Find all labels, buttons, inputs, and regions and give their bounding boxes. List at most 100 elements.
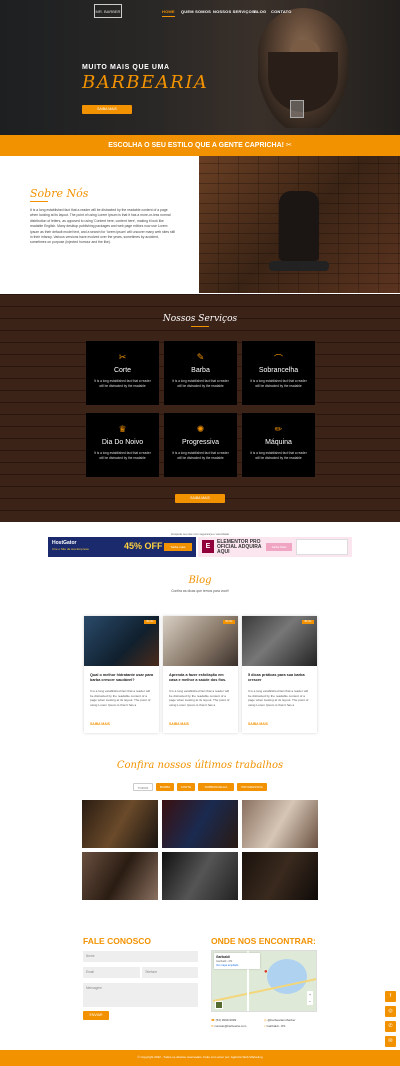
- map-info-card: Garibaldi Garibaldi - RS Ver mapa amplia…: [214, 953, 260, 969]
- email-field[interactable]: Email: [83, 967, 140, 978]
- nav-quem-somos[interactable]: QUEM SOMOS: [181, 9, 211, 17]
- blog-post-3[interactable]: BLOG 5 dicas práticas para sua barba cre…: [242, 616, 317, 733]
- work-photo[interactable]: [82, 800, 158, 848]
- site-logo[interactable]: MR. BARBER: [94, 4, 122, 18]
- post-read-more-link[interactable]: SAIBA MAIS: [169, 722, 189, 726]
- services-saiba-mais-button[interactable]: SAIBA MAIS: [175, 494, 225, 503]
- map-zoom-controls[interactable]: + −: [307, 991, 313, 1005]
- ad-title: ELEMENTOR PRO OFICIAL ADQUIRA AQUI: [217, 539, 262, 555]
- tie-icon: ♛: [118, 424, 127, 434]
- service-title: Progressiva: [182, 439, 219, 446]
- map-road: [212, 978, 316, 1002]
- work-photo[interactable]: [242, 800, 318, 848]
- elementor-logo-icon: E: [202, 540, 214, 553]
- work-photo[interactable]: [162, 852, 238, 900]
- scissors-icon: ✂: [285, 142, 292, 149]
- phone-icon: ☎: [211, 1018, 215, 1022]
- contact-address: ⌖ Garibaldi - RS: [264, 1024, 286, 1028]
- footer-copyright: © Copyright 2022 - Todos os direitos res…: [137, 1055, 263, 1059]
- service-card-progressiva[interactable]: ✺ Progressiva It is a long established f…: [164, 413, 237, 477]
- beard-icon: ✎: [196, 352, 205, 362]
- post-read-more-link[interactable]: SAIBA MAIS: [248, 722, 268, 726]
- ad-button[interactable]: Saiba Mais: [266, 543, 292, 551]
- facebook-icon[interactable]: f: [385, 991, 396, 1002]
- service-card-corte[interactable]: ✂ Corte It is a long established fact th…: [86, 341, 159, 405]
- about-divider: [30, 201, 48, 202]
- nav-home[interactable]: HOME: [162, 9, 175, 17]
- hair-dryer-icon: ✺: [196, 424, 205, 434]
- service-desc: It is a long established fact that a rea…: [94, 451, 151, 460]
- about-text: It is a long established fact that a rea…: [30, 208, 175, 245]
- service-desc: It is a long established fact that a rea…: [250, 451, 307, 460]
- ads-caption: Hospede seu site com segurança e velocid…: [171, 532, 229, 536]
- services-section: [0, 294, 400, 522]
- service-title: Máquina: [265, 439, 292, 446]
- post-title[interactable]: Qual o melhor hidratante usar para barba…: [90, 673, 154, 683]
- email-icon[interactable]: ✉: [385, 1036, 396, 1047]
- message-field[interactable]: Mensagem: [83, 983, 198, 1007]
- work-photo[interactable]: [82, 852, 158, 900]
- services-title: Nossos Serviços: [162, 314, 238, 324]
- whatsapp-icon[interactable]: ✆: [385, 1021, 396, 1032]
- service-card-maquina[interactable]: ✏ Máquina It is a long established fact …: [242, 413, 315, 477]
- post-title[interactable]: Aprenda a fazer esfoliação em casa e mel…: [169, 673, 233, 683]
- hero-saiba-mais-button[interactable]: SAIBA MAIS: [82, 105, 132, 114]
- work-photo[interactable]: [242, 852, 318, 900]
- barber-chair-base: [269, 261, 329, 271]
- map-view-larger-link[interactable]: Ver mapa ampliado: [216, 964, 238, 967]
- ad-discount: 45% OFF: [124, 541, 163, 551]
- post-tag: BLOG: [144, 620, 156, 624]
- map-place-name: Garibaldi: [216, 955, 230, 959]
- filter-sobrancelha[interactable]: SOBRANCELHA: [198, 783, 234, 791]
- blog-title: Blog: [188, 575, 212, 586]
- barber-chair: [279, 191, 319, 261]
- work-photo[interactable]: [162, 800, 238, 848]
- filter-progressiva[interactable]: PROGRESSIVA: [237, 783, 267, 791]
- filter-barba[interactable]: BARBA: [156, 783, 174, 791]
- blog-post-1[interactable]: BLOG Qual o melhor hidratante usar para …: [84, 616, 159, 733]
- service-desc: It is a long established fact that a rea…: [172, 451, 229, 460]
- works-title: Confira nossos últimos trabalhos: [116, 760, 284, 771]
- filter-todos[interactable]: TODOS: [133, 783, 153, 791]
- ad-button[interactable]: Saiba mais: [164, 543, 192, 551]
- eyebrow-icon: ⌒: [273, 354, 283, 364]
- contact-instagram: ◎ @barbeariamrbarber: [264, 1018, 296, 1022]
- nav-blog[interactable]: BLOG: [254, 9, 266, 17]
- send-button[interactable]: ENVIAR: [83, 1011, 109, 1020]
- blog-post-2[interactable]: BLOG Aprenda a fazer esfoliação em casa …: [163, 616, 238, 733]
- service-title: Sobrancelha: [258, 367, 299, 374]
- post-excerpt: It is a long established fact that a rea…: [90, 689, 151, 707]
- post-tag: BLOG: [223, 620, 235, 624]
- nav-servicos[interactable]: NOSSOS SERVIÇOS: [213, 9, 255, 17]
- services-divider: [191, 326, 209, 327]
- map-place-sub: Garibaldi - RS: [216, 960, 233, 963]
- service-card-barba[interactable]: ✎ Barba It is a long established fact th…: [164, 341, 237, 405]
- contact-phone: ☎ (54) 9999-9999: [211, 1018, 237, 1022]
- hero-banner: [0, 0, 400, 135]
- blog-subtitle: Confira as dicas que temos para você!: [171, 589, 229, 593]
- elementor-ad[interactable]: E ELEMENTOR PRO OFICIAL ADQUIRA AQUI Sai…: [198, 537, 352, 557]
- hostgator-ad[interactable]: HostGator Crie o Site da sua Empresa 45%…: [48, 537, 196, 557]
- service-desc: It is a long established fact that a rea…: [250, 379, 307, 388]
- location-icon: ⌖: [264, 1024, 266, 1028]
- service-desc: It is a long established fact that a rea…: [94, 379, 151, 388]
- instagram-icon[interactable]: ◎: [385, 1006, 396, 1017]
- filter-corte[interactable]: CORTE: [177, 783, 195, 791]
- hero-title: BARBEARIA: [82, 72, 209, 93]
- nav-contato[interactable]: CONTATO: [271, 9, 292, 17]
- service-title: Barba: [191, 367, 210, 374]
- post-read-more-link[interactable]: SAIBA MAIS: [90, 722, 110, 726]
- ad-screenshot: [296, 539, 348, 555]
- phone-field[interactable]: Telefone: [142, 967, 198, 978]
- service-title: Dia Do Noivo: [101, 439, 144, 446]
- name-field[interactable]: Nome: [83, 951, 198, 962]
- clipper-icon: ✏: [274, 424, 283, 434]
- post-title[interactable]: 5 dicas práticas para sua barba crescer: [248, 673, 312, 683]
- service-card-dia-do-noivo[interactable]: ♛ Dia Do Noivo It is a long established …: [86, 413, 159, 477]
- map-pin-icon: ●: [264, 969, 268, 975]
- whisky-glass: [290, 100, 304, 118]
- map-satellite-toggle[interactable]: [215, 1001, 223, 1009]
- google-map[interactable]: Garibaldi Garibaldi - RS Ver mapa amplia…: [211, 950, 317, 1012]
- ad-sub: Crie o Site da sua Empresa: [52, 547, 89, 551]
- service-card-sobrancelha[interactable]: ⌒ Sobrancelha It is a long established f…: [242, 341, 315, 405]
